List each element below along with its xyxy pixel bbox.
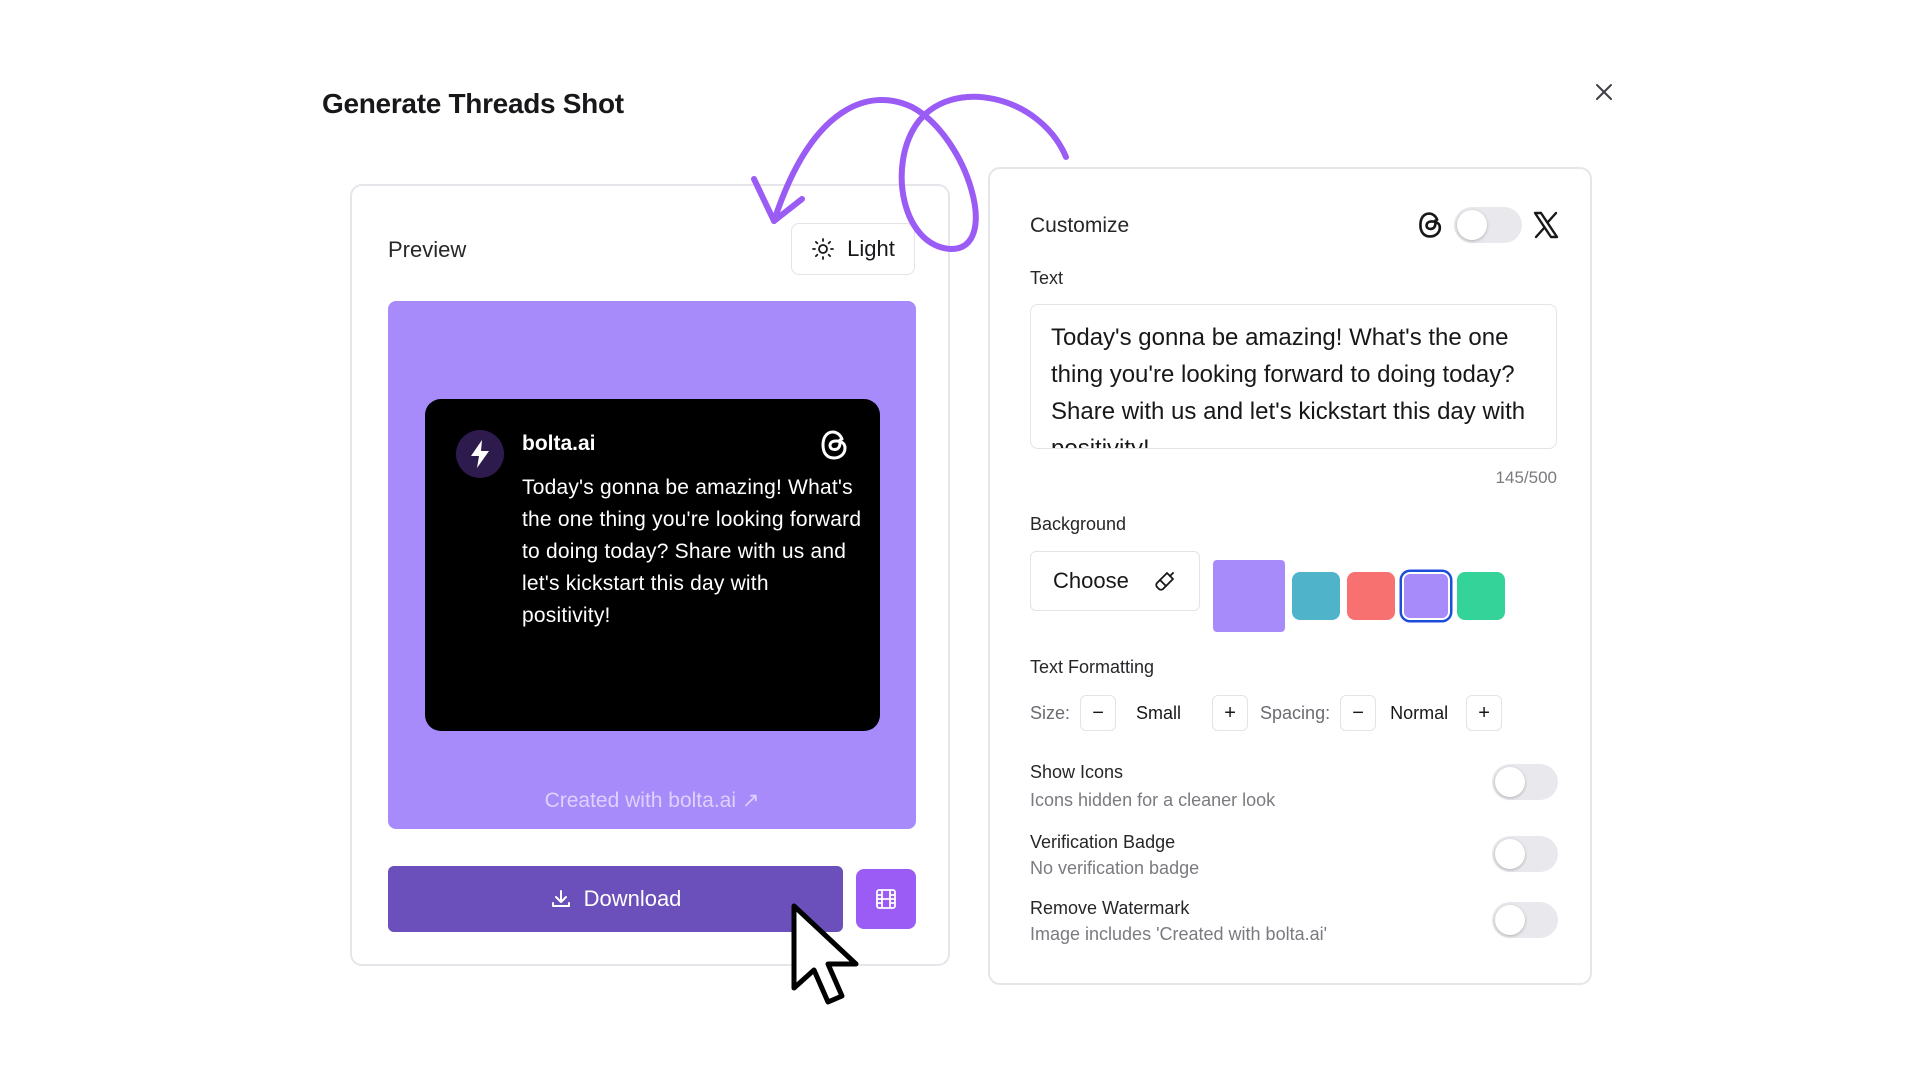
choose-label: Choose [1053, 568, 1129, 593]
show-icons-title: Show Icons [1030, 762, 1124, 782]
swatch-green[interactable] [1457, 572, 1505, 620]
video-export-button[interactable] [856, 869, 916, 929]
x-platform-icon[interactable] [1532, 210, 1560, 240]
post-text-input[interactable]: Today's gonna be amazing! What's the one… [1030, 304, 1557, 449]
threads-platform-icon[interactable] [1416, 210, 1446, 240]
size-decrease-button[interactable]: − [1080, 695, 1117, 731]
platform-toggle[interactable] [1454, 207, 1522, 243]
size-value: Small [1136, 702, 1182, 723]
remove-watermark-subtitle: Image includes 'Created with bolta.ai' [1030, 924, 1328, 944]
theme-label: Light [847, 236, 895, 261]
show-icons-subtitle: Icons hidden for a cleaner look [1030, 790, 1276, 810]
spacing-decrease-button[interactable]: − [1340, 695, 1377, 731]
sun-icon [812, 238, 835, 260]
spacing-increase-button[interactable]: + [1466, 695, 1503, 731]
background-label: Background [1030, 514, 1127, 534]
verification-badge-toggle[interactable] [1492, 836, 1558, 872]
post-text: Today's gonna be amazing! What's the one… [522, 476, 862, 627]
text-formatting-label: Text Formatting [1030, 657, 1155, 677]
customize-title: Customize [1030, 214, 1130, 237]
verification-badge-subtitle: No verification badge [1030, 858, 1200, 878]
spacing-label: Spacing: [1260, 702, 1331, 723]
swatch-teal[interactable] [1292, 572, 1340, 620]
choose-background-button[interactable]: Choose [1030, 551, 1200, 611]
size-label: Size: [1030, 702, 1071, 723]
current-background-preview [1213, 560, 1285, 632]
toggle-knob [1495, 905, 1525, 935]
show-icons-toggle[interactable] [1492, 764, 1558, 800]
paintbrush-icon [1155, 572, 1174, 591]
threads-logo-icon [821, 430, 847, 460]
size-increase-button[interactable]: + [1212, 695, 1249, 731]
toggle-knob [1495, 839, 1525, 869]
verification-badge-title: Verification Badge [1030, 832, 1176, 852]
download-icon [551, 890, 570, 907]
post-username: bolta.ai [522, 432, 596, 455]
text-label: Text [1030, 268, 1064, 288]
toggle-knob [1495, 767, 1525, 797]
swatch-purple[interactable] [1402, 572, 1450, 620]
preview-label: Preview [388, 237, 467, 262]
remove-watermark-toggle[interactable] [1492, 902, 1558, 938]
watermark-link[interactable]: Created with bolta.ai ↗ [388, 788, 916, 813]
download-button[interactable]: Download [388, 866, 843, 932]
close-icon [1596, 84, 1612, 100]
swatch-coral[interactable] [1347, 572, 1395, 620]
theme-toggle-button[interactable]: Light [791, 223, 915, 275]
spacing-value: Normal [1390, 702, 1449, 723]
text-formatting-controls: Size: − Small + Spacing: − Normal + [1030, 695, 1503, 731]
toggle-knob [1457, 210, 1487, 240]
lightning-icon [471, 440, 489, 468]
char-count: 145/500 [1495, 468, 1557, 487]
film-icon [876, 889, 896, 909]
remove-watermark-title: Remove Watermark [1030, 898, 1190, 918]
modal-title: Generate Threads Shot [322, 88, 624, 119]
close-button[interactable] [1590, 78, 1618, 106]
download-label: Download [583, 886, 682, 911]
avatar [456, 430, 504, 478]
